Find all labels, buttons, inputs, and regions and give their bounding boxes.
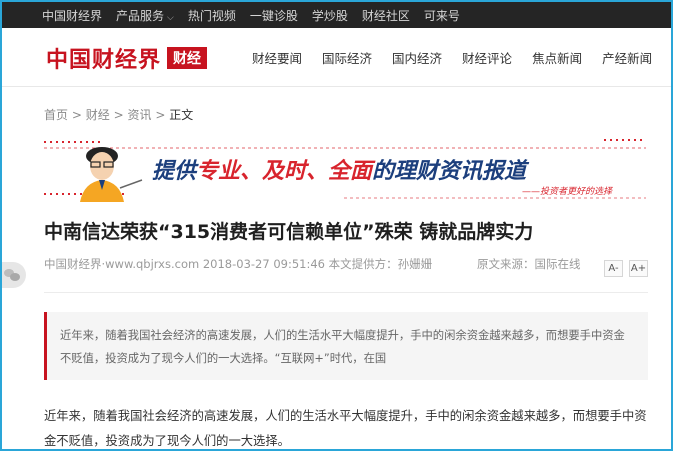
nav-item-domestic[interactable]: 国内经济 xyxy=(392,48,442,67)
wechat-icon[interactable] xyxy=(2,262,26,288)
site-logo[interactable]: 中国财经界 财经 xyxy=(46,42,208,74)
topbar-products-label: 产品服务 xyxy=(116,8,165,23)
topbar-community-link[interactable]: 财经社区 xyxy=(362,7,410,24)
nav-item-finance-news[interactable]: 财经要闻 xyxy=(252,48,302,67)
article-source: 原文来源：国际在线 xyxy=(477,257,581,271)
breadcrumb-news[interactable]: 资讯 xyxy=(127,108,151,122)
logo-tag: 财经 xyxy=(167,47,208,69)
breadcrumb-finance[interactable]: 财经 xyxy=(86,108,110,122)
site-header: 中国财经界 财经 财经要闻 国际经济 国内经济 财经评论 焦点新闻 产经新闻 xyxy=(2,28,671,87)
main-nav: 财经要闻 国际经济 国内经济 财经评论 焦点新闻 产经新闻 xyxy=(252,48,652,67)
breadcrumb-separator: > xyxy=(71,108,82,122)
font-decrease-button[interactable]: A- xyxy=(604,260,623,277)
presenter-illustration xyxy=(80,147,143,202)
breadcrumb-home[interactable]: 首页 xyxy=(44,108,68,122)
topbar-home-link[interactable]: 中国财经界 xyxy=(42,7,102,24)
meta-divider xyxy=(44,292,648,293)
article-paragraph: 近年来，随着我国社会经济的高速发展，人们的生活水平大幅度提升，手中的闲余资金越来… xyxy=(44,409,647,448)
topbar-kelaihao-link[interactable]: 可来号 xyxy=(424,7,460,24)
breadcrumb-current: 正文 xyxy=(169,108,194,122)
topbar-learn-link[interactable]: 学炒股 xyxy=(312,7,348,24)
font-increase-button[interactable]: A+ xyxy=(629,260,648,277)
breadcrumb-separator: > xyxy=(155,108,166,122)
logo-text: 中国财经界 xyxy=(46,47,162,73)
breadcrumb: 首页 > 财经 > 资讯 > 正文 xyxy=(44,106,193,123)
top-navbar: 中国财经界 产品服务 ⌵ 热门视频 一键诊股 学炒股 财经社区 可来号 xyxy=(2,2,671,28)
breadcrumb-separator: > xyxy=(113,108,124,122)
article-title: 中南信达荣获“315消费者可信赖单位”殊荣 铸就品牌实力 xyxy=(44,221,534,243)
topbar-diagnose-link[interactable]: 一键诊股 xyxy=(250,7,298,24)
promo-banner[interactable]: 提供专业、及时、全面的理财资讯报道 ——投资者更好的选择 xyxy=(44,134,646,202)
nav-item-focus[interactable]: 焦点新闻 xyxy=(532,48,582,67)
article-summary: 近年来，随着我国社会经济的高速发展，人们的生活水平大幅度提升，手中的闲余资金越来… xyxy=(44,312,648,380)
nav-item-commentary[interactable]: 财经评论 xyxy=(462,48,512,67)
banner-tagline: ——投资者更好的选择 xyxy=(522,186,613,197)
chevron-down-icon: ⌵ xyxy=(167,12,174,23)
topbar-products-menu[interactable]: 产品服务 ⌵ xyxy=(116,7,174,24)
banner-slogan: 提供专业、及时、全面的理财资讯报道 xyxy=(152,158,530,184)
nav-item-industry[interactable]: 产经新闻 xyxy=(602,48,652,67)
browser-frame: 中国财经界 产品服务 ⌵ 热门视频 一键诊股 学炒股 财经社区 可来号 中国财经界… xyxy=(0,0,673,451)
topbar-videos-link[interactable]: 热门视频 xyxy=(188,7,236,24)
nav-item-international[interactable]: 国际经济 xyxy=(322,48,372,67)
banner-graphic: 提供专业、及时、全面的理财资讯报道 ——投资者更好的选择 xyxy=(44,139,646,202)
article-meta: 中国财经界·www.qbjrxs.com 2018-03-27 09:51:46… xyxy=(44,257,433,271)
